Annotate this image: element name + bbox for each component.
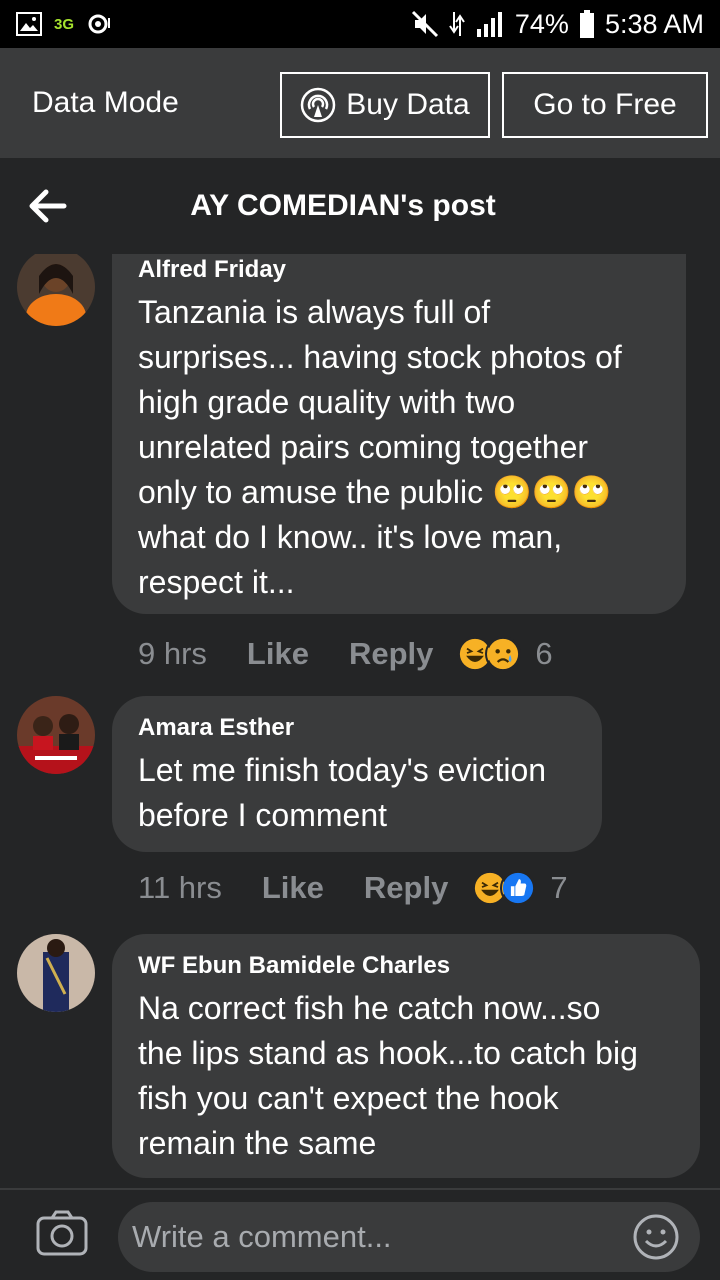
comment-time: 9 hrs [138, 636, 207, 671]
comment-bubble[interactable]: WF Ebun Bamidele Charles Na correct fish… [112, 934, 700, 1178]
data-transfer-icon [449, 12, 465, 36]
go-to-free-label: Go to Free [533, 88, 677, 121]
comment-author[interactable]: Alfred Friday [138, 256, 660, 284]
buy-data-label: Buy Data [346, 88, 470, 121]
like-reaction-icon [500, 870, 537, 906]
comment-time: 11 hrs [138, 870, 222, 905]
reply-button[interactable]: Reply [364, 870, 448, 906]
data-mode-label: Data Mode [32, 86, 179, 119]
reaction-summary[interactable] [457, 636, 522, 672]
broadcast-icon [301, 87, 336, 123]
comment-actions: 11 hrs Like Reply 7 [138, 870, 568, 906]
reply-button[interactable]: Reply [349, 636, 433, 672]
comment-text: Let me finish today's eviction before I … [138, 752, 547, 833]
comment-input-placeholder: Write a comment... [132, 1219, 392, 1254]
network-type-label: 3G [54, 15, 75, 33]
comment-author[interactable]: Amara Esther [138, 714, 576, 742]
reaction-summary[interactable] [472, 870, 537, 906]
sad-reaction-icon [485, 636, 522, 672]
avatar[interactable] [17, 696, 95, 774]
reaction-count: 7 [550, 870, 568, 905]
comment-composer: Write a comment... [0, 1188, 720, 1280]
camera-icon[interactable] [36, 1210, 88, 1256]
data-mode-bar: Data Mode Buy Data Go to Free [0, 48, 720, 158]
mute-icon [411, 10, 438, 38]
comment-bubble[interactable]: Alfred Friday Tanzania is always full of… [112, 254, 686, 614]
emoji-icon[interactable] [632, 1213, 680, 1261]
battery-percent: 74% [514, 8, 569, 39]
like-button[interactable]: Like [262, 870, 324, 906]
comment-bubble[interactable]: Amara Esther Let me finish today's evict… [112, 696, 602, 852]
comment-actions: 9 hrs Like Reply 6 [138, 636, 553, 672]
avatar[interactable] [17, 934, 95, 1012]
comment-text: Tanzania is always full of surprises... … [138, 294, 622, 600]
avatar[interactable] [17, 254, 95, 326]
comment-input[interactable]: Write a comment... [118, 1202, 700, 1272]
buy-data-button[interactable]: Buy Data [280, 72, 490, 138]
comment-author[interactable]: WF Ebun Bamidele Charles [138, 952, 674, 980]
page-title: AY COMEDIAN's post [190, 189, 496, 222]
reaction-count: 6 [535, 636, 553, 671]
comment-text: Na correct fish he catch now...so the li… [138, 990, 638, 1161]
battery-icon [579, 10, 594, 38]
clock: 5:38 AM [604, 8, 704, 39]
comment-list: Alfred Friday Tanzania is always full of… [0, 254, 720, 1188]
post-header: AY COMEDIAN's post [0, 158, 720, 254]
signal-icon [476, 12, 502, 37]
gallery-icon [16, 12, 42, 36]
sync-icon [88, 14, 111, 34]
like-button[interactable]: Like [247, 636, 309, 672]
go-to-free-button[interactable]: Go to Free [502, 72, 708, 138]
status-bar: 3G 74% 5:38 AM [0, 0, 720, 48]
